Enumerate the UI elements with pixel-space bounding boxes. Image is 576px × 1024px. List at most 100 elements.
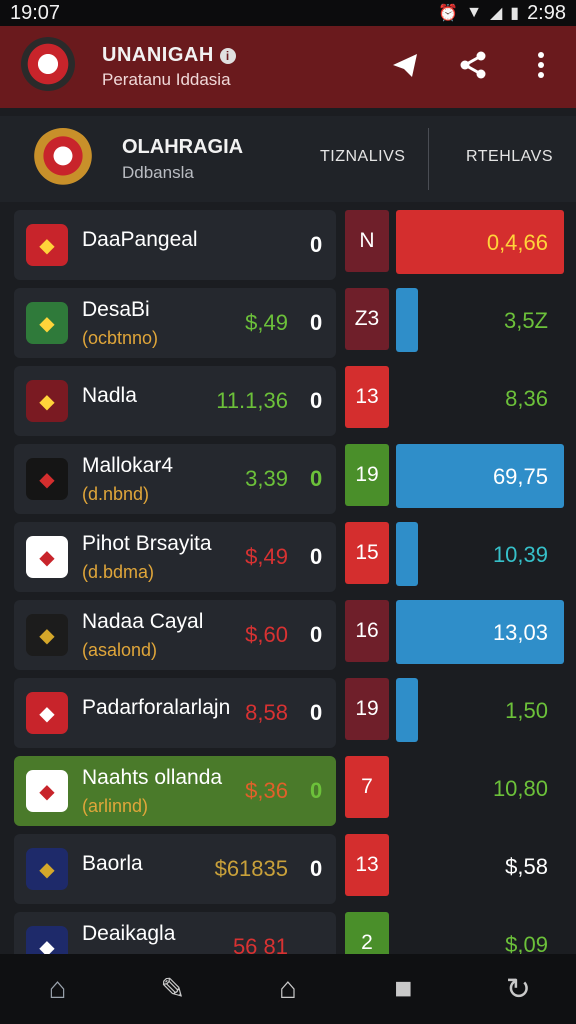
table-row[interactable]: ◆ Padarforalarlajn 8,58 0 19 1,50 xyxy=(0,678,576,756)
refresh-icon[interactable]: ↻ xyxy=(493,964,543,1014)
value-bar-area: $,58 xyxy=(396,834,564,898)
crest-flag-icon: ◆ xyxy=(26,692,68,734)
crest-green-icon: ◆ xyxy=(26,302,68,344)
team-subtitle: (d.bdma) xyxy=(82,562,155,582)
rank-cell: 13 xyxy=(345,366,389,428)
zero-value: 0 xyxy=(310,856,323,881)
value-bar-area: 8,36 xyxy=(396,366,564,430)
zero-value: 0 xyxy=(310,700,323,725)
bottom-nav: ⌂ ✎ ⌂ ■ ↻ xyxy=(0,954,576,1024)
rank-cell: 13 xyxy=(345,834,389,896)
score-value: 8,36 xyxy=(505,386,548,411)
zero-value: 0 xyxy=(310,310,323,335)
signal-icon: ◢ xyxy=(489,5,503,22)
points-value: $,36 xyxy=(245,778,288,803)
crest-gold-icon: ◆ xyxy=(26,614,68,656)
zero-value: 0 xyxy=(310,622,323,647)
crest-redwhite-icon: ◆ xyxy=(26,770,68,812)
status-time-right: 2:98 xyxy=(527,1,566,24)
header-subtitle: Peratanu Iddasia xyxy=(102,70,231,89)
points-value: 3,39 xyxy=(245,466,288,491)
app-logo-icon xyxy=(18,37,78,97)
points-value: $61835 xyxy=(214,856,288,881)
header-title-row: UNANIGAH i xyxy=(102,44,236,67)
rank-cell: 16 xyxy=(345,600,389,662)
section-title: OLAHRAGIA xyxy=(122,135,244,158)
value-bar-area: 1,50 xyxy=(396,678,564,742)
value-bar-area: 10,39 xyxy=(396,522,564,586)
team-name: Mallokar4 xyxy=(82,454,174,477)
table-row[interactable]: ◆ Mallokar4 (d.nbnd) 3,39 0 19 69,75 xyxy=(0,444,576,522)
value-bar-area: 0,4,66 xyxy=(396,210,564,274)
value-bar-fill xyxy=(396,288,418,352)
value-bar-area: 10,80 xyxy=(396,756,564,820)
team-name: Pihot Brsayita xyxy=(82,532,212,555)
table-row[interactable]: ◆ Nadaa Cayal (asalond) $,60 0 16 13,03 xyxy=(0,600,576,678)
crest-blue-icon: ◆ xyxy=(26,536,68,578)
share-button[interactable] xyxy=(456,48,490,82)
team-name: Naahts ollanda xyxy=(82,766,223,789)
table-row[interactable]: ◆ Baorla $61835 0 13 $,58 xyxy=(0,834,576,912)
crest-red-icon: ◆ xyxy=(26,224,68,266)
pen-icon[interactable]: ✎ xyxy=(148,964,198,1014)
standings-table: ◆ DaaPangeal 0 N 0,4,66 ◆ DesaBi (ocbtnno) $,49 0… xyxy=(0,210,576,990)
points-value: $,49 xyxy=(245,310,288,335)
value-bar-area: 13,03 xyxy=(396,600,564,664)
crest-black-icon: ◆ xyxy=(26,458,68,500)
team-subtitle: (asalond) xyxy=(82,640,158,660)
table-row[interactable]: ◆ Pihot Brsayita (d.bdma) $,49 0 15 10,39 xyxy=(0,522,576,600)
send-icon xyxy=(393,54,417,77)
info-icon[interactable]: i xyxy=(219,47,236,64)
zero-value: 0 xyxy=(310,778,323,803)
zero-value: 0 xyxy=(310,466,323,491)
score-value: 13,03 xyxy=(492,620,548,645)
team-name: Deaikagla xyxy=(82,922,176,945)
header-title: UNANIGAH xyxy=(102,44,214,66)
rank-cell: N xyxy=(345,210,389,272)
score-value: $,58 xyxy=(505,854,548,879)
zero-value: 0 xyxy=(310,232,323,257)
team-subtitle: (ocbtnno) xyxy=(82,328,159,348)
house-icon[interactable]: ⌂ xyxy=(263,964,313,1014)
team-name: DaaPangeal xyxy=(82,228,198,251)
app-header: UNANIGAH i Peratanu Iddasia xyxy=(0,26,576,108)
score-value: 10,80 xyxy=(492,776,548,801)
score-value: 3,5Z xyxy=(503,308,548,333)
garuda-emblem-icon xyxy=(32,128,94,190)
points-value: $,60 xyxy=(245,622,288,647)
column-header-1[interactable]: TIZNALIVS xyxy=(320,148,405,166)
value-bar-area: 3,5Z xyxy=(396,288,564,352)
more-vertical-icon xyxy=(538,52,544,78)
team-name: DesaBi xyxy=(82,298,150,321)
rank-cell: Z3 xyxy=(345,288,389,350)
share-icon xyxy=(460,51,486,79)
team-subtitle: (d.nbnd) xyxy=(82,484,150,504)
value-bar-fill xyxy=(396,678,418,742)
zero-value: 0 xyxy=(310,544,323,569)
score-value: 0,4,66 xyxy=(486,230,548,255)
points-value: 11.1,36 xyxy=(216,388,288,413)
team-subtitle: (arlinnd) xyxy=(82,796,149,816)
rank-cell: 15 xyxy=(345,522,389,584)
zero-value: 0 xyxy=(310,388,323,413)
table-row[interactable]: ◆ Naahts ollanda (arlinnd) $,36 0 7 10,80 xyxy=(0,756,576,834)
team-name: Nadaa Cayal xyxy=(82,610,204,633)
home-icon[interactable]: ⌂ xyxy=(33,964,83,1014)
table-row[interactable]: ◆ DaaPangeal 0 N 0,4,66 xyxy=(0,210,576,288)
column-header-2[interactable]: RTEHLAVS xyxy=(466,148,553,166)
send-button[interactable] xyxy=(388,48,422,82)
rank-cell: 7 xyxy=(345,756,389,818)
wifi-icon: ▼ xyxy=(466,4,482,21)
square-icon[interactable]: ■ xyxy=(378,964,428,1014)
score-value: 1,50 xyxy=(505,698,548,723)
more-button[interactable] xyxy=(524,48,558,82)
points-value: $,49 xyxy=(245,544,288,569)
score-value: 10,39 xyxy=(492,542,548,567)
table-row[interactable]: ◆ Nadla 11.1,36 0 13 8,36 xyxy=(0,366,576,444)
status-time: 19:07 xyxy=(10,1,61,24)
table-row[interactable]: ◆ DesaBi (ocbtnno) $,49 0 Z3 3,5Z xyxy=(0,288,576,366)
column-divider xyxy=(428,128,429,190)
status-bar: 19:07 ⏰ ▼ ◢ ▮ 2:98 xyxy=(0,0,576,26)
team-name: Nadla xyxy=(82,384,137,407)
alarm-icon: ⏰ xyxy=(438,5,459,22)
